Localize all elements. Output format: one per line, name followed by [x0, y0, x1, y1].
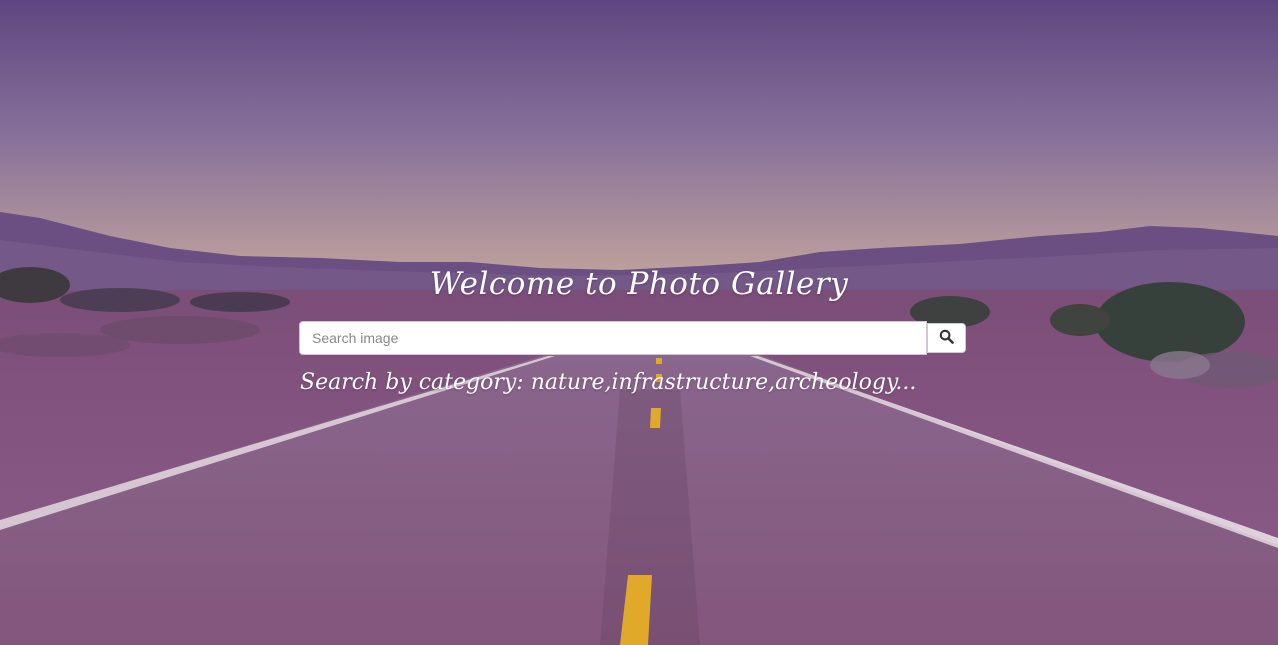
- search-button[interactable]: [927, 323, 966, 353]
- search-input[interactable]: [299, 321, 927, 355]
- category-hint: Search by category: nature,infrastructur…: [300, 370, 917, 395]
- search-icon: [939, 329, 954, 347]
- page-title: Welcome to Photo Gallery: [429, 266, 849, 302]
- search-form: [299, 321, 966, 355]
- photo-gallery-page: Welcome to Photo Gallery Search by categ…: [0, 0, 1278, 645]
